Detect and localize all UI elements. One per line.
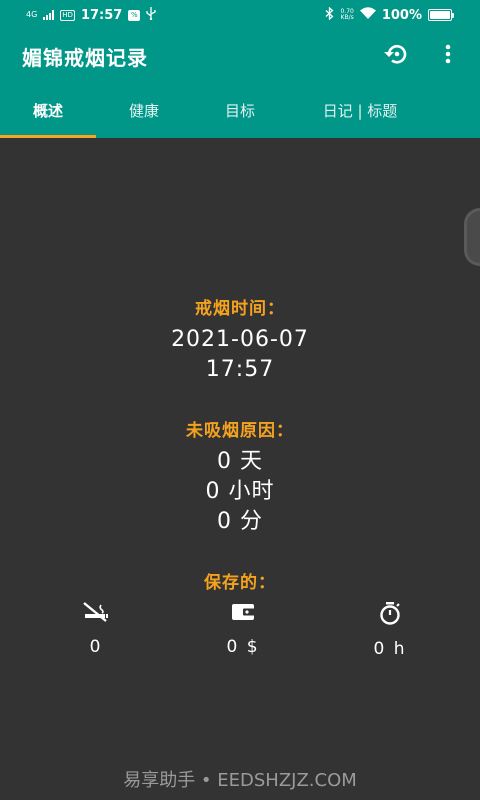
app-title: 媚锦戒烟记录 [22, 45, 148, 70]
watermark: 易享助手 • EEDSHZJZ.COM [123, 770, 357, 791]
notification-badge: % [128, 9, 141, 21]
hd-badge: HD [60, 9, 75, 21]
not-smoked-label: 未吸烟原因： [186, 421, 294, 441]
battery-percent: 100% [381, 7, 422, 23]
days-value: 0 天 [217, 449, 263, 474]
status-left: 4G HD 17:57 % [26, 6, 156, 24]
hours-value: 0 小时 [205, 479, 275, 504]
usb-icon [146, 6, 156, 24]
reset-button[interactable] [378, 38, 414, 74]
app-actions [378, 38, 466, 74]
more-vert-icon [445, 44, 451, 68]
side-drawer-handle[interactable] [464, 208, 480, 266]
not-smoked-section: 未吸烟原因： 0 天 0 小时 0 分 [0, 416, 480, 537]
tab-overview[interactable]: 概述 [0, 82, 96, 138]
quit-time-section: 戒烟时间： 2021-06-07 17:57 [0, 294, 480, 385]
tab-health[interactable]: 健康 [96, 82, 192, 138]
saved-cigarettes-value: 0 [89, 637, 103, 657]
status-right: 0.70 KB/s 100% [325, 6, 454, 24]
no-smoking-icon [82, 601, 110, 627]
battery-icon [428, 9, 454, 21]
saved-row: 0 0 $ 0 h [0, 601, 480, 659]
saved-money: 0 $ [217, 601, 269, 659]
network-speed: 0.70 KB/s [340, 8, 354, 21]
signal-icon [43, 10, 55, 20]
app-bar: 媚锦戒烟记录 [0, 30, 480, 82]
more-options-button[interactable] [430, 38, 466, 74]
bluetooth-icon [325, 6, 334, 24]
overview-content: 戒烟时间： 2021-06-07 17:57 未吸烟原因： 0 天 0 小时 0… [0, 138, 480, 800]
quit-date: 2021-06-07 [171, 327, 309, 352]
stopwatch-icon [377, 601, 403, 629]
tab-bar: 概述 健康 目标 日记 | 标题 [0, 82, 480, 138]
tab-diary[interactable]: 日记 | 标题 [288, 82, 432, 138]
wifi-icon [359, 7, 376, 23]
saved-time: 0 h [364, 601, 416, 659]
saved-money-value: 0 $ [226, 637, 260, 657]
reset-icon [382, 42, 410, 70]
status-time: 17:57 [80, 7, 123, 23]
tab-goals[interactable]: 目标 [192, 82, 288, 138]
network-type: 4G [26, 10, 38, 19]
quit-time-label: 戒烟时间： [195, 299, 285, 319]
wallet-icon [230, 601, 256, 627]
saved-cigarettes: 0 [70, 601, 122, 659]
status-bar: 4G HD 17:57 % 0.70 KB/s 100% [0, 0, 480, 30]
quit-time: 17:57 [205, 357, 275, 382]
saved-time-value: 0 h [373, 639, 407, 659]
minutes-value: 0 分 [217, 509, 263, 534]
saved-label: 保存的： [204, 573, 276, 593]
saved-section: 保存的： 0 0 $ 0 h [0, 568, 480, 659]
